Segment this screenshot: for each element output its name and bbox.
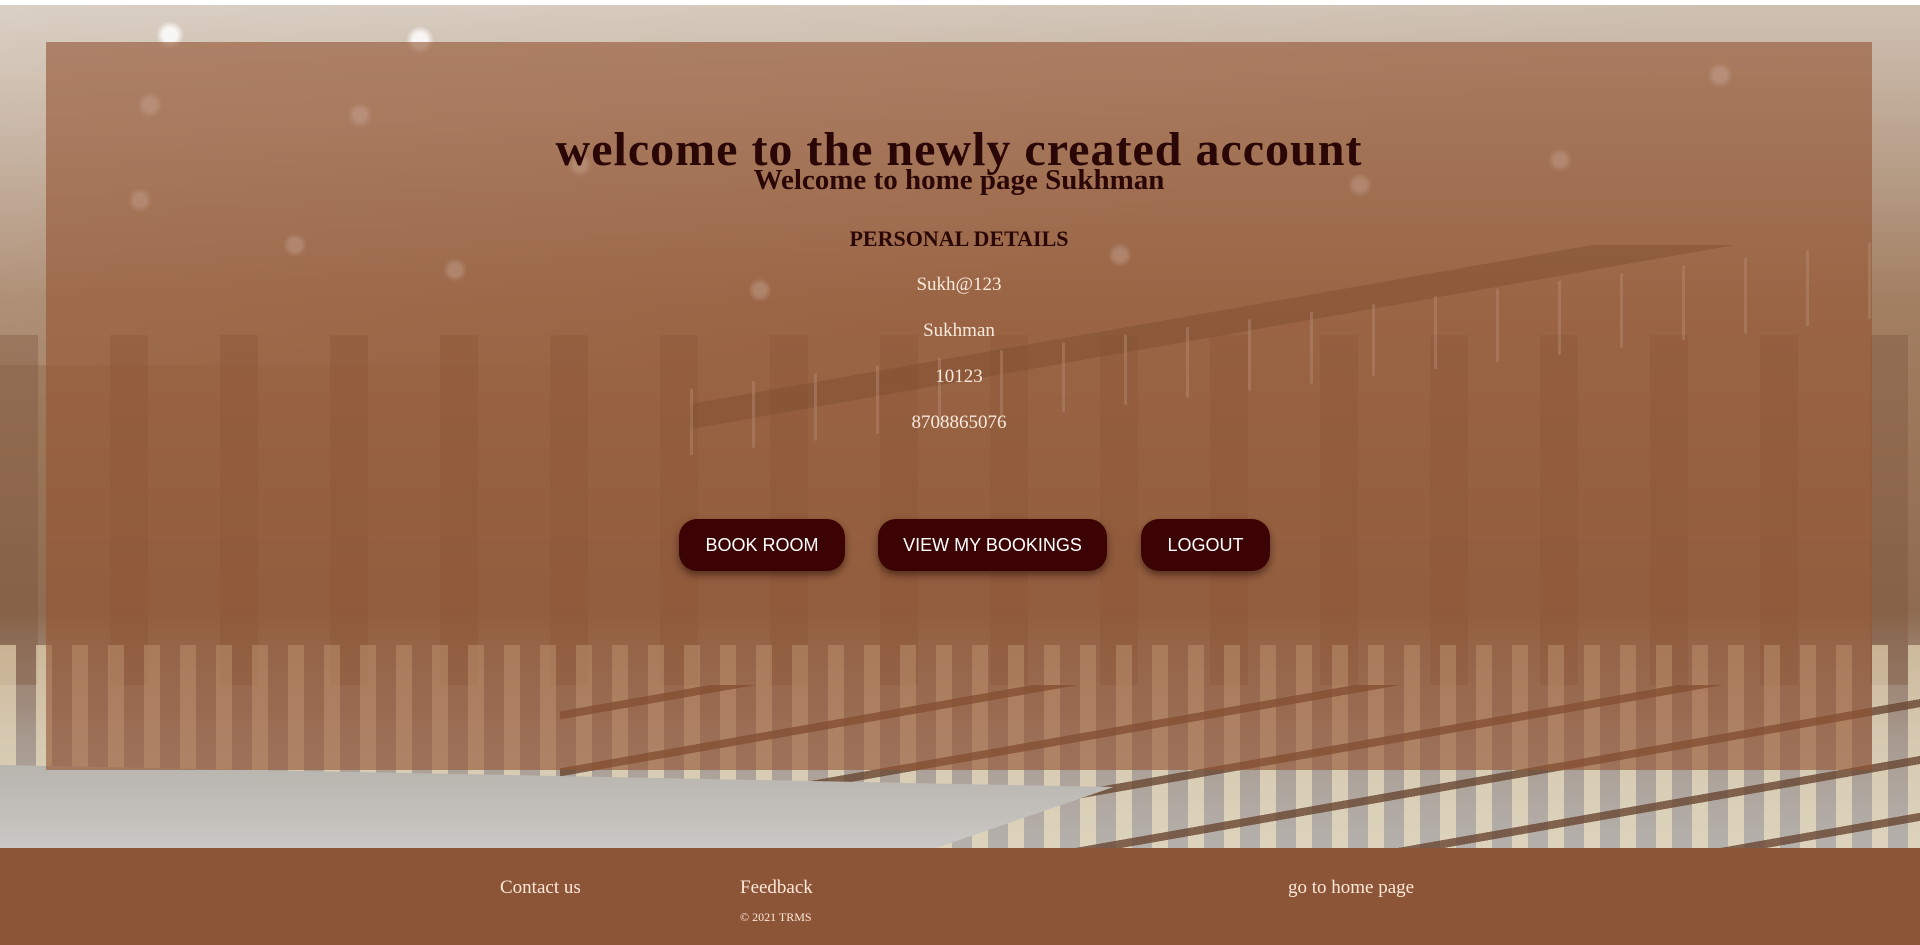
personal-details-heading: PERSONAL DETAILS (849, 226, 1069, 251)
detail-id: 10123 (935, 366, 983, 387)
view-my-bookings-button[interactable]: VIEW MY BOOKINGS (878, 519, 1107, 571)
book-room-button[interactable]: BOOK ROOM (679, 519, 845, 571)
account-panel: welcome to the newly created account Wel… (46, 42, 1872, 770)
feedback-link[interactable]: Feedback (740, 877, 813, 899)
footer: Contact us Feedback © 2021 TRMS go to ho… (0, 848, 1920, 945)
copyright-text: © 2021 TRMS (740, 910, 812, 924)
detail-phone: 8708865076 (911, 412, 1007, 433)
home-page-link[interactable]: go to home page (1288, 877, 1414, 899)
contact-us-link[interactable]: Contact us (500, 877, 581, 899)
detail-email: Sukh@123 (916, 274, 1002, 295)
welcome-subtitle: Welcome to home page Sukhman (753, 164, 1165, 196)
detail-name: Sukhman (923, 320, 995, 341)
logout-button[interactable]: LOGOUT (1141, 519, 1270, 571)
